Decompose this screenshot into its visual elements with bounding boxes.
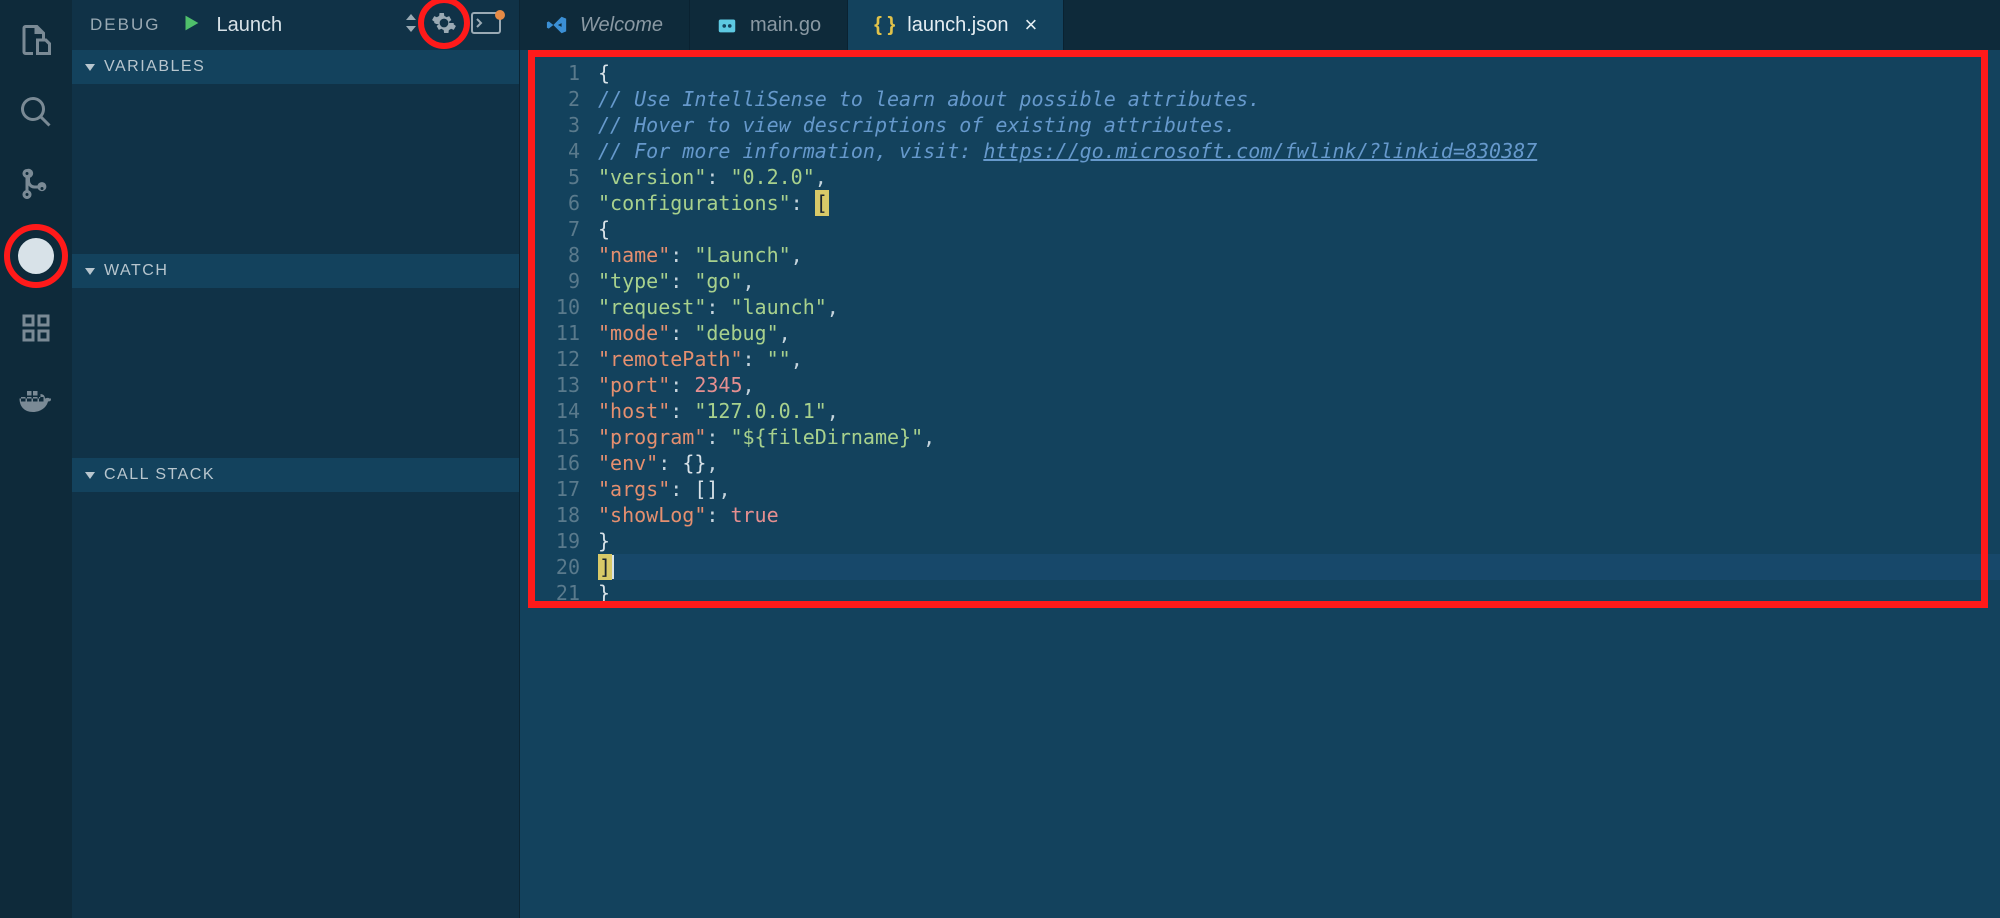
watch-label: WATCH (104, 262, 168, 280)
config-updown-icon[interactable] (405, 14, 417, 37)
go-file-icon (716, 14, 738, 36)
editor-area: Welcome main.go { } launch.json × 123456… (520, 0, 2000, 918)
docker-icon[interactable] (14, 378, 58, 422)
editor-tabs: Welcome main.go { } launch.json × (520, 0, 2000, 50)
debug-title: DEBUG (90, 15, 160, 35)
code-content[interactable]: { // Use IntelliSense to learn about pos… (598, 50, 2000, 918)
search-icon[interactable] (14, 90, 58, 134)
extensions-icon[interactable] (14, 306, 58, 350)
json-file-icon: { } (874, 14, 895, 37)
source-control-icon[interactable] (14, 162, 58, 206)
watch-body (72, 288, 519, 458)
tab-label: launch.json (907, 14, 1008, 37)
tab-label: main.go (750, 14, 821, 37)
debug-config-name: Launch (216, 14, 282, 37)
explorer-icon[interactable] (14, 18, 58, 62)
tab-label: Welcome (580, 14, 663, 37)
start-debug-icon[interactable] (180, 12, 202, 39)
watch-section-header[interactable]: WATCH (72, 254, 519, 288)
line-gutter: 123456789101112131415161718192021 (520, 50, 598, 918)
notification-dot (495, 10, 505, 20)
variables-body (72, 84, 519, 254)
tab-welcome[interactable]: Welcome (520, 0, 690, 50)
callstack-body (72, 492, 519, 918)
variables-section-header[interactable]: VARIABLES (72, 50, 519, 84)
debug-icon[interactable] (14, 234, 58, 278)
tab-main-go[interactable]: main.go (690, 0, 848, 50)
variables-label: VARIABLES (104, 58, 205, 76)
debug-header: DEBUG Launch (72, 0, 519, 50)
vscode-icon (546, 14, 568, 36)
activity-bar (0, 0, 72, 918)
tab-launch-json[interactable]: { } launch.json × (848, 0, 1064, 50)
close-tab-icon[interactable]: × (1024, 12, 1037, 38)
callstack-section-header[interactable]: CALL STACK (72, 458, 519, 492)
debug-side-panel: DEBUG Launch VARIABLES WATCH (72, 0, 520, 918)
debug-settings-gear-icon[interactable] (431, 10, 457, 41)
code-editor[interactable]: 123456789101112131415161718192021 { // U… (520, 50, 2000, 918)
debug-console-icon[interactable] (471, 12, 501, 39)
debug-config-selector[interactable]: Launch (180, 12, 405, 39)
callstack-label: CALL STACK (104, 466, 215, 484)
